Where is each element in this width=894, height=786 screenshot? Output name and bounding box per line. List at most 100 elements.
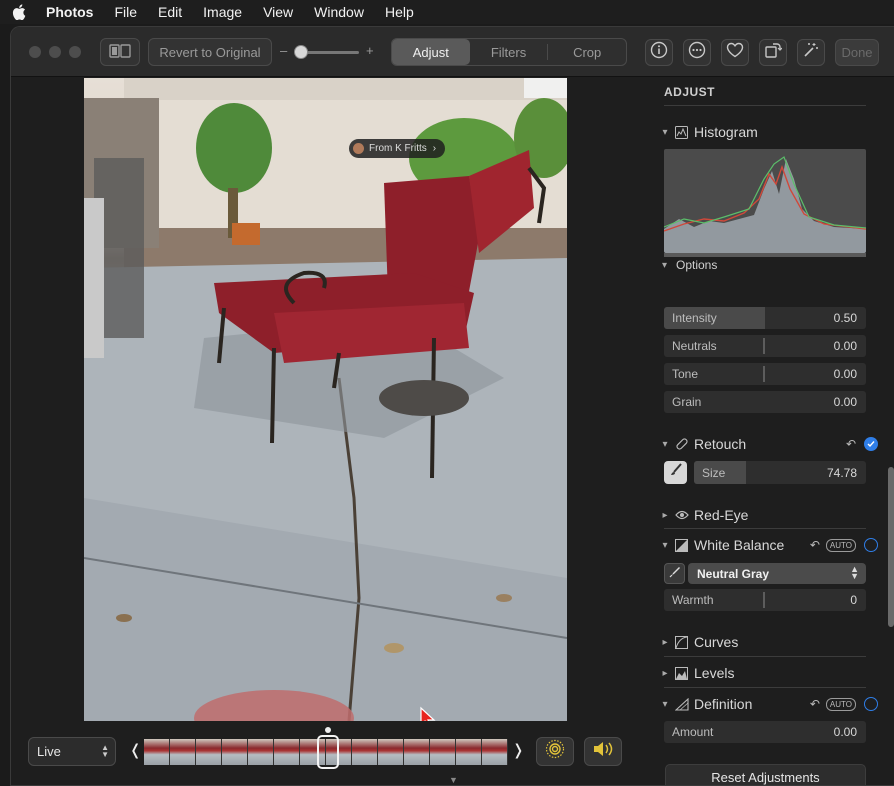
tab-adjust[interactable]: Adjust	[392, 39, 470, 65]
divider	[664, 528, 866, 529]
retouch-size-slider[interactable]: Size 74.78	[694, 461, 866, 484]
wb-enabled-toggle[interactable]	[864, 538, 878, 552]
eye-icon	[674, 508, 689, 523]
neutrals-slider[interactable]: Neutrals 0.00	[664, 335, 866, 357]
chevron-down-icon[interactable]: ▾	[656, 540, 674, 551]
zoom-window-button[interactable]	[69, 46, 81, 58]
brush-icon	[669, 463, 683, 482]
section-red-eye[interactable]: ▸ Red-Eye	[656, 504, 876, 526]
divider	[664, 656, 866, 657]
menu-image[interactable]: Image	[203, 4, 242, 20]
histogram-graph	[664, 149, 866, 253]
sidebar-toggle-button[interactable]	[100, 38, 140, 66]
wb-auto-button[interactable]: AUTO	[825, 538, 856, 552]
filmstrip-frame	[274, 739, 300, 765]
zoom-out-label[interactable]: –	[280, 43, 287, 58]
slider-value: 0.00	[833, 339, 857, 353]
chevron-right-icon[interactable]: ▸	[656, 510, 674, 521]
slider-label: Grain	[672, 395, 702, 409]
grain-slider[interactable]: Grain 0.00	[664, 391, 866, 413]
slider-label: Intensity	[672, 311, 717, 325]
intensity-slider[interactable]: Intensity 0.50	[664, 307, 866, 329]
tab-filters[interactable]: Filters	[470, 39, 548, 65]
section-label: Levels	[694, 665, 735, 681]
filmstrip-next-button[interactable]: ❭	[512, 741, 525, 759]
curves-icon	[674, 635, 689, 650]
menu-help[interactable]: Help	[385, 4, 414, 20]
revert-to-original-button[interactable]: Revert to Original	[148, 38, 272, 66]
live-mode-select[interactable]: Live ▲ ▼	[28, 737, 116, 766]
warmth-slider[interactable]: Warmth 0	[664, 589, 866, 611]
menu-photos[interactable]: Photos	[46, 4, 93, 20]
retouch-enabled-toggle[interactable]	[864, 437, 878, 451]
section-label: Definition	[694, 696, 753, 712]
slider-label: Tone	[672, 367, 699, 381]
toolbar: Revert to Original – + Adjust Filters Cr…	[11, 27, 894, 77]
chevron-down-icon[interactable]: ▾	[656, 127, 674, 138]
filmstrip-frame	[196, 739, 222, 765]
close-window-button[interactable]	[29, 46, 41, 58]
levels-icon	[674, 666, 689, 681]
undo-icon[interactable]: ↶	[846, 437, 856, 451]
zoom-in-label[interactable]: +	[366, 43, 374, 58]
section-histogram[interactable]: ▾ Histogram	[656, 121, 876, 143]
menu-file[interactable]: File	[114, 4, 137, 20]
chevron-down-icon[interactable]: ▾	[662, 260, 676, 271]
magic-wand-icon	[802, 41, 820, 64]
favorite-button[interactable]	[721, 39, 749, 66]
live-photo-toggle[interactable]	[536, 737, 574, 766]
chevron-right-icon[interactable]: ▸	[656, 637, 674, 648]
filmstrip-selected-frame[interactable]	[317, 735, 339, 769]
avatar	[353, 143, 364, 154]
definition-amount-slider[interactable]: Amount 0.00	[664, 721, 866, 743]
wb-mode-select[interactable]: Neutral Gray ▲ ▼	[688, 563, 866, 584]
chevron-down-icon[interactable]: ▼	[449, 775, 458, 785]
photo-canvas[interactable]: From K Fritts ›	[84, 78, 567, 721]
undo-icon[interactable]: ↶	[810, 538, 820, 552]
tone-slider[interactable]: Tone 0.00	[664, 363, 866, 385]
retouch-brush-button[interactable]	[664, 461, 687, 484]
chevron-down-icon[interactable]: ▾	[656, 699, 674, 710]
zoom-slider-knob[interactable]	[294, 45, 308, 59]
rotate-button[interactable]	[759, 39, 787, 66]
section-label: Red-Eye	[694, 507, 749, 523]
sound-toggle[interactable]	[584, 737, 622, 766]
menu-view[interactable]: View	[263, 4, 293, 20]
menu-window[interactable]: Window	[314, 4, 364, 20]
filmstrip-frame	[456, 739, 482, 765]
section-retouch[interactable]: ▾ Retouch ↶	[656, 433, 878, 455]
sidebar-title: ADJUST	[664, 85, 716, 99]
tab-crop[interactable]: Crop	[548, 39, 626, 65]
section-white-balance[interactable]: ▾ White Balance ↶ AUTO	[656, 534, 878, 556]
section-definition[interactable]: ▾ Definition ↶ AUTO	[656, 693, 878, 715]
info-icon	[650, 41, 668, 64]
zoom-slider-track[interactable]	[301, 51, 359, 54]
auto-enhance-button[interactable]	[797, 39, 825, 66]
reset-adjustments-button[interactable]: Reset Adjustments	[665, 764, 866, 785]
section-curves[interactable]: ▸ Curves	[656, 631, 876, 653]
filmstrip-prev-button[interactable]: ❬	[129, 741, 142, 759]
options-header[interactable]: ▾ Options	[662, 258, 717, 272]
apple-icon[interactable]	[12, 4, 42, 20]
chevron-right-icon[interactable]: ▸	[656, 668, 674, 679]
chevron-down-icon[interactable]: ▾	[656, 439, 674, 450]
undo-icon[interactable]: ↶	[810, 697, 820, 711]
info-button[interactable]	[645, 39, 673, 66]
filmstrip-frame	[352, 739, 378, 765]
slider-label: Size	[702, 465, 726, 480]
slider-value: 0.50	[833, 311, 857, 325]
edit-mode-tabs: Adjust Filters Crop	[391, 38, 627, 66]
shared-from-badge[interactable]: From K Fritts ›	[349, 139, 446, 158]
minimize-window-button[interactable]	[49, 46, 61, 58]
sidebar-toggle-icon	[109, 43, 131, 61]
section-levels[interactable]: ▸ Levels	[656, 662, 876, 684]
sidebar-scrollbar[interactable]	[888, 467, 894, 627]
wb-eyedropper-button[interactable]	[664, 563, 685, 584]
definition-enabled-toggle[interactable]	[864, 697, 878, 711]
more-button[interactable]	[683, 39, 711, 66]
eyedropper-icon	[669, 565, 681, 583]
done-button[interactable]: Done	[835, 39, 879, 66]
filmstrip-frame	[430, 739, 456, 765]
menu-edit[interactable]: Edit	[158, 4, 182, 20]
definition-auto-button[interactable]: AUTO	[825, 697, 856, 711]
